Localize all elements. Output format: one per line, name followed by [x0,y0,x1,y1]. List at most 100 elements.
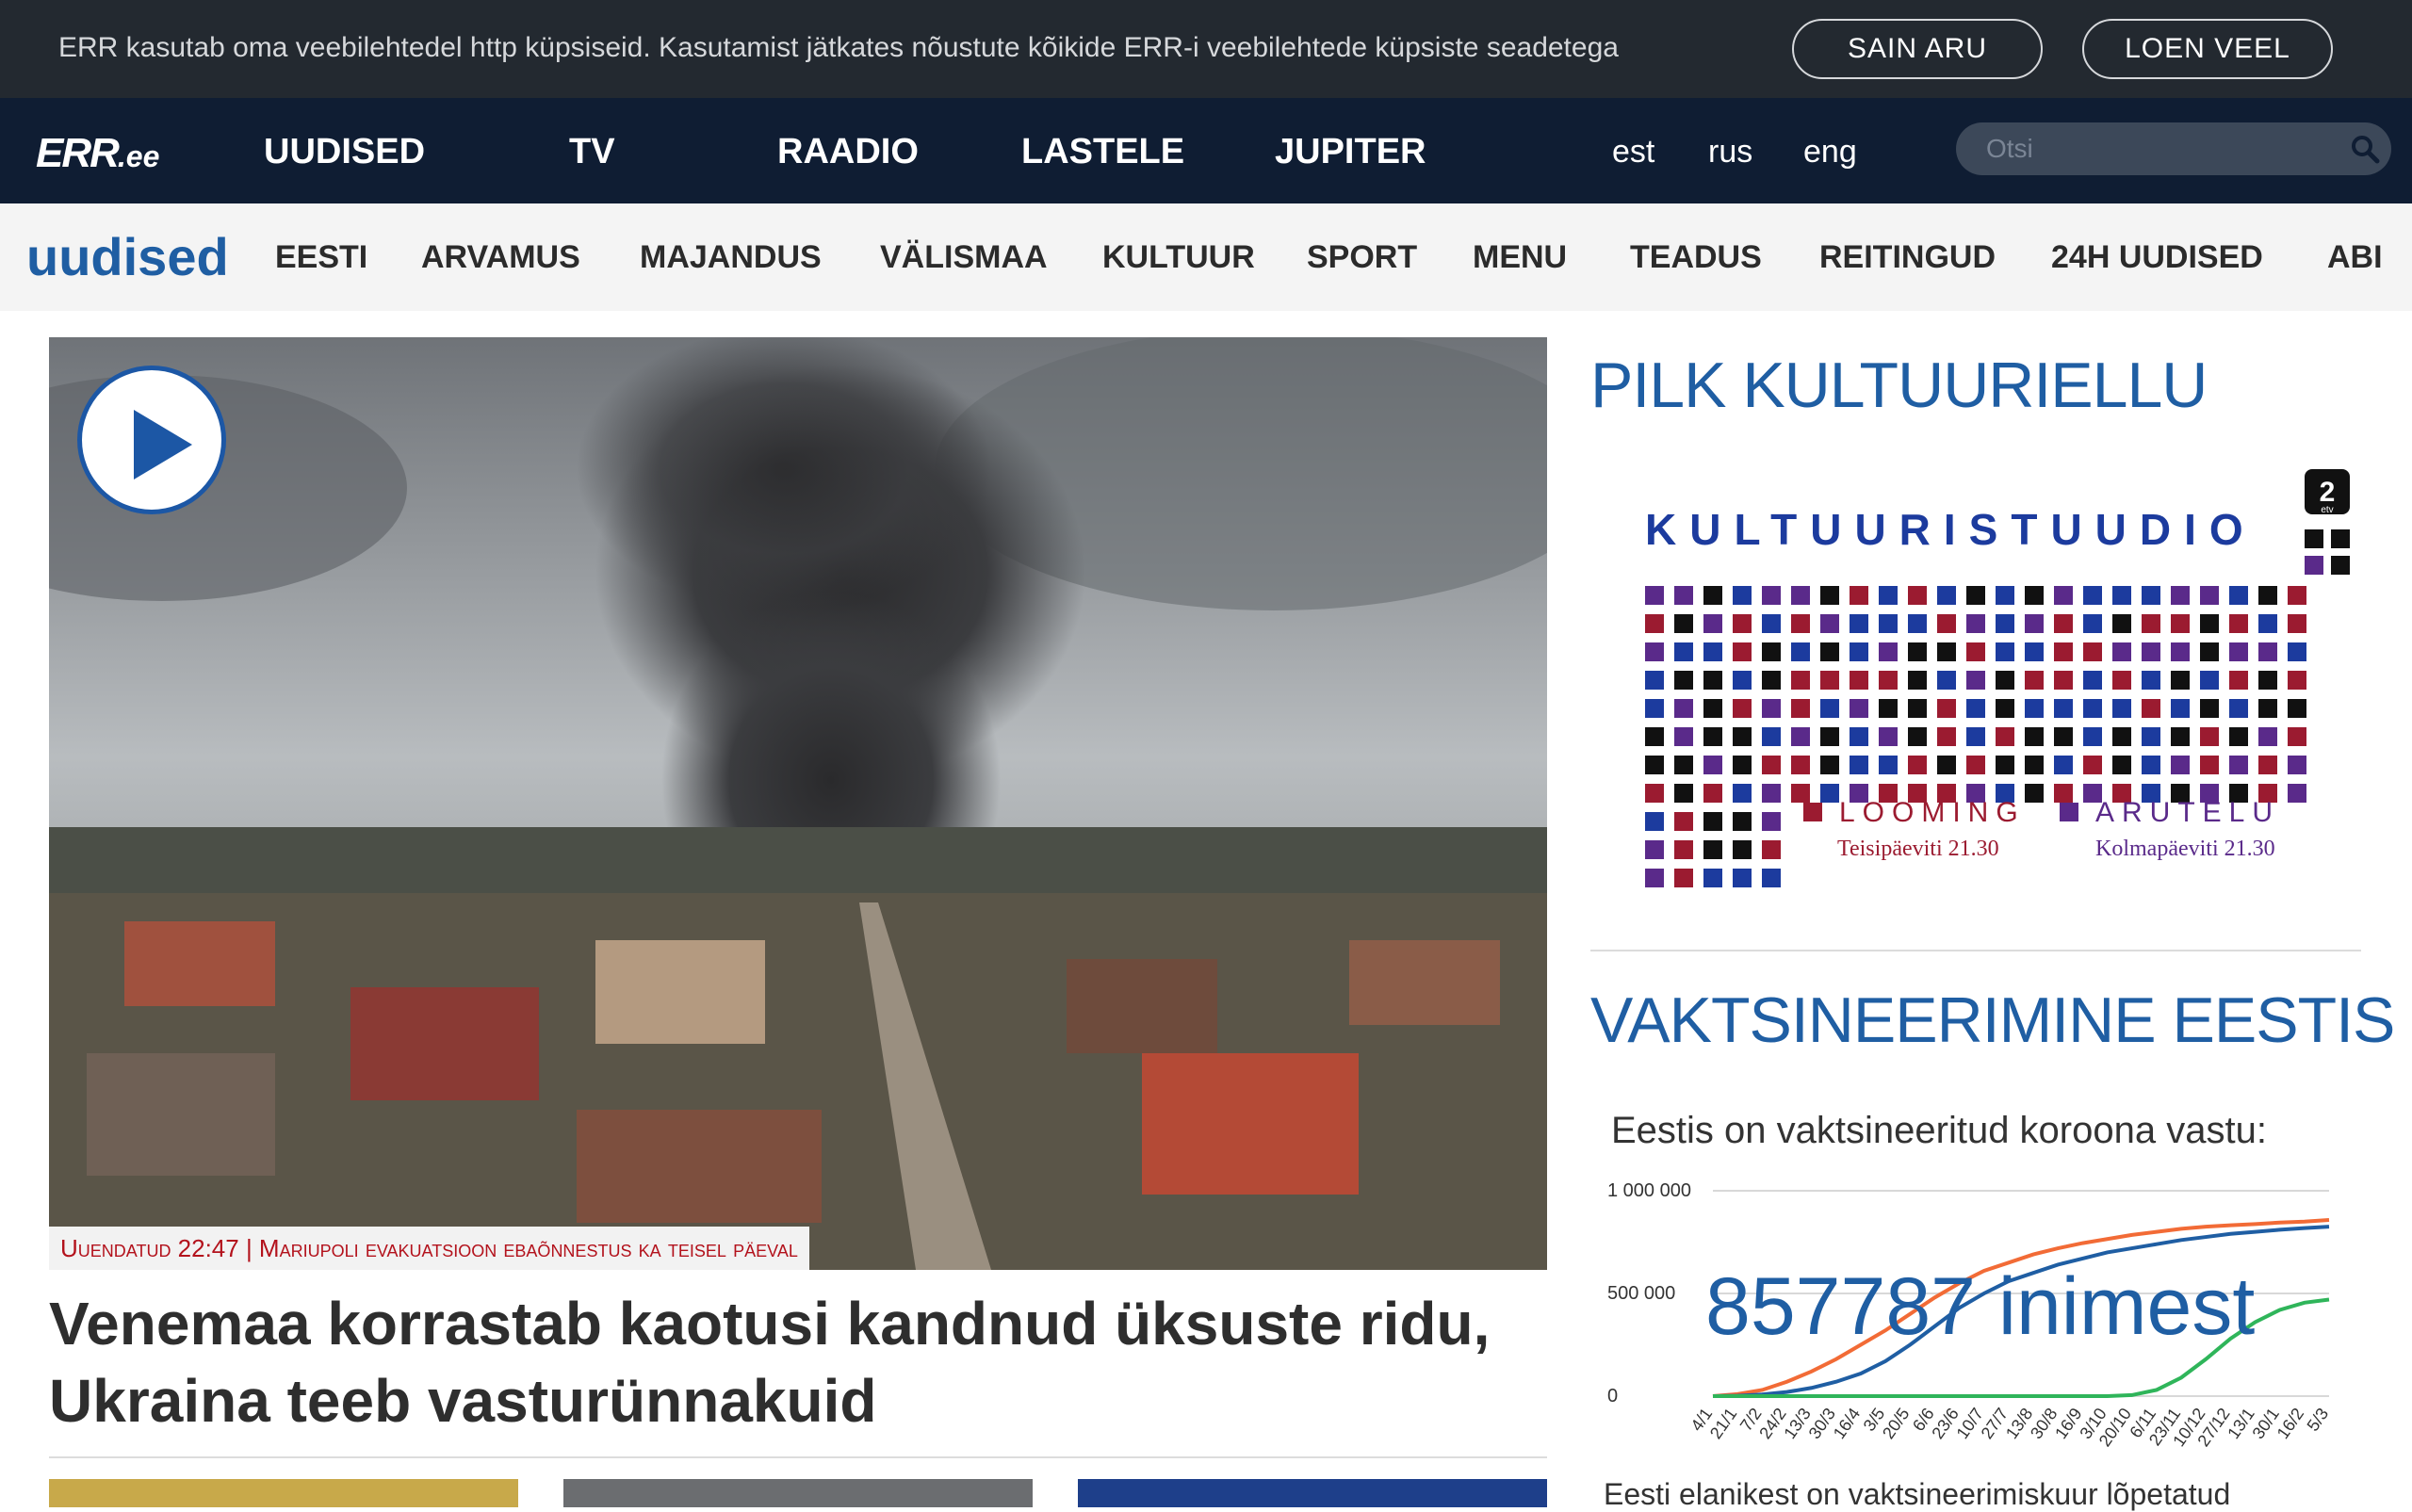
decorative-square [1908,699,1927,718]
article-thumbnail[interactable] [1078,1479,1547,1507]
section-abi[interactable]: ABI [2327,239,2383,276]
hero-image[interactable]: Uuendatud 22:47 | Mariupoli evakuatsioon… [49,337,1547,1270]
decorative-square [1703,699,1722,718]
decorative-square [2112,756,2131,774]
decorative-square [2025,784,2044,803]
section-valismaa[interactable]: VÄLISMAA [880,239,1048,276]
kultuuristuudio-banner[interactable]: 2 etv KULTUURISTUUDIO LOOMING Teisipäevi… [1590,462,2363,895]
chart-x-tick-label: 5/3 [2304,1405,2333,1435]
decorative-square [2171,642,2190,661]
decorative-square [1674,699,1693,718]
decorative-square [1645,784,1664,803]
svg-text:etv: etv [2321,505,2333,515]
decorative-square [2112,614,2131,633]
decorative-square [1996,727,2014,746]
decorative-square [2083,727,2102,746]
cookie-accept-button[interactable]: SAIN ARU [1792,19,2043,79]
svg-text:Kolmapäeviti 21.30: Kolmapäeviti 21.30 [2095,837,2275,861]
vaccination-label: Eestis on vaktsineeritud koroona vastu: [1611,1110,2267,1151]
decorative-square [2083,756,2102,774]
section-majandus[interactable]: MAJANDUS [640,239,822,276]
decorative-square [2258,727,2277,746]
section-kultuur[interactable]: KULTUUR [1102,239,1255,276]
decorative-square [1966,671,1985,690]
decorative-square [1645,812,1664,831]
decorative-square [2171,699,2190,718]
language-rus[interactable]: rus [1708,134,1752,171]
svg-text:LOOMING: LOOMING [1839,797,2026,828]
section-arvamus[interactable]: ARVAMUS [421,239,580,276]
search-input[interactable] [1986,130,2335,168]
article-thumbnail[interactable] [563,1479,1033,1507]
section-eesti[interactable]: EESTI [275,239,367,276]
decorative-square [1820,671,1839,690]
decorative-square [1733,699,1752,718]
nav-item-uudised[interactable]: UUDISED [264,132,425,172]
decorative-square [1820,727,1839,746]
decorative-square [1879,727,1898,746]
article-thumbnail[interactable] [49,1479,518,1507]
decorative-square [1908,671,1927,690]
decorative-square [2112,699,2131,718]
decorative-square [1645,699,1664,718]
decorative-square [2200,586,2219,605]
decorative-square [1850,586,1868,605]
decorative-square [2305,556,2323,575]
decorative-square [1937,642,1956,661]
hero-caption[interactable]: Uuendatud 22:47 | Mariupoli evakuatsioon… [49,1227,809,1270]
err-logo[interactable]: ERR.ee [36,130,159,177]
decorative-square [1703,586,1722,605]
cookie-read-more-button[interactable]: LOEN VEEL [2082,19,2333,79]
search-icon[interactable] [2350,134,2380,164]
decorative-square [2171,586,2190,605]
decorative-square [2112,671,2131,690]
decorative-square [1703,727,1722,746]
nav-item-jupiter[interactable]: JUPITER [1275,132,1426,172]
section-teadus[interactable]: TEADUS [1630,239,1762,276]
vaccination-title[interactable]: VAKTSINEERIMINE EESTIS [1590,984,2395,1057]
decorative-square [2054,756,2073,774]
section-reitingud[interactable]: REITINGUD [1819,239,1996,276]
decorative-square [1645,840,1664,859]
decorative-square [1996,614,2014,633]
decorative-square [2142,699,2160,718]
chart-y-tick-label: 500 000 [1607,1283,1675,1304]
decorative-square [1703,869,1722,887]
decorative-square [1850,671,1868,690]
decorative-square [1996,699,2014,718]
decorative-square [1703,614,1722,633]
nav-item-lastele[interactable]: LASTELE [1021,132,1184,172]
nav-item-raadio[interactable]: RAADIO [777,132,919,172]
decorative-square [1908,642,1927,661]
decorative-square [2025,586,2044,605]
decorative-square [1996,671,2014,690]
decorative-square [2025,642,2044,661]
section-24h-uudised[interactable]: 24H UUDISED [2051,239,2263,276]
decorative-square [1762,699,1781,718]
decorative-square [1966,699,1985,718]
language-est[interactable]: est [1612,134,1654,171]
decorative-square [1703,784,1722,803]
promo-title[interactable]: PILK KULTUURIELLU [1590,349,2208,422]
decorative-square [2200,699,2219,718]
decorative-square [1879,614,1898,633]
decorative-square [1674,756,1693,774]
decorative-square [2142,614,2160,633]
decorative-square [1937,699,1956,718]
language-eng[interactable]: eng [1803,134,1857,171]
section-menu[interactable]: MENU [1473,239,1567,276]
decorative-square [2025,614,2044,633]
decorative-square [2200,671,2219,690]
nav-item-tv[interactable]: TV [569,132,615,172]
decorative-square [1674,671,1693,690]
main-headline[interactable]: Venemaa korrastab kaotusi kandnud üksust… [49,1285,1547,1439]
decorative-square [1645,756,1664,774]
uudised-logo[interactable]: uudised [26,226,229,287]
section-sport[interactable]: SPORT [1307,239,1417,276]
decorative-square [1850,727,1868,746]
decorative-square [1703,671,1722,690]
decorative-square [1908,614,1927,633]
decorative-square [1937,756,1956,774]
video-play-button[interactable] [77,366,226,514]
decorative-square [1791,784,1810,803]
